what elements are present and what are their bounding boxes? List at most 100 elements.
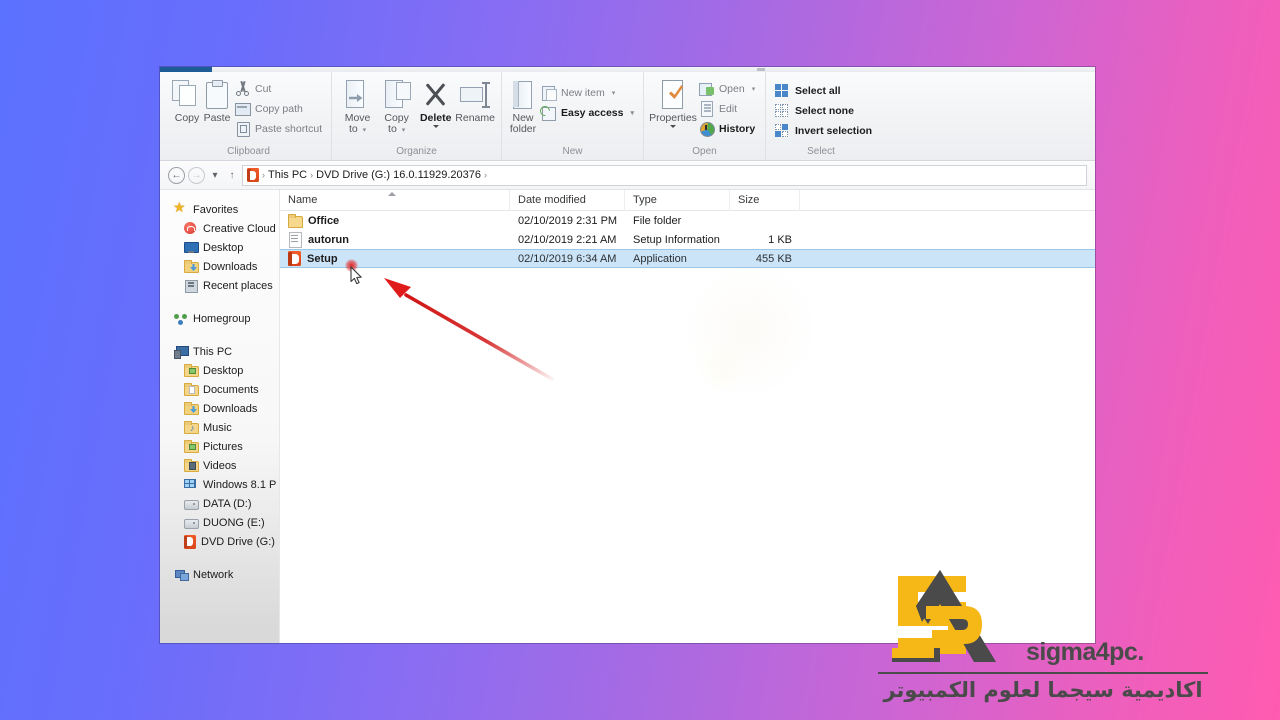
- sidebar-item-this-pc[interactable]: This PC: [160, 342, 279, 361]
- properties-dropdown-icon[interactable]: [670, 125, 676, 128]
- paste-button-label: Paste: [203, 112, 231, 124]
- rename-icon: [460, 80, 491, 110]
- office-dvd-icon: [184, 534, 196, 549]
- sidebar-item-label: Recent places: [203, 279, 273, 292]
- sidebar-item-downloads-pc[interactable]: Downloads: [160, 399, 279, 418]
- column-header-size[interactable]: Size: [730, 189, 800, 211]
- sidebar-item-dvd-drive[interactable]: DVD Drive (G:): [160, 532, 279, 551]
- sidebar-item-duong-drive[interactable]: DUONG (E:): [160, 513, 279, 532]
- sidebar-item-documents[interactable]: Documents: [160, 380, 279, 399]
- edit-button[interactable]: Edit: [696, 100, 758, 117]
- file-type-cell: File folder: [633, 214, 682, 227]
- breadcrumb-separator-trailing[interactable]: ›: [484, 170, 487, 180]
- sidebar-item-label: Music: [203, 421, 232, 434]
- move-to-button[interactable]: Move to ▾: [338, 76, 377, 136]
- paste-shortcut-button[interactable]: Paste shortcut: [232, 120, 325, 137]
- sidebar-item-desktop-pc[interactable]: Desktop: [160, 361, 279, 380]
- table-row[interactable]: autorun 02/10/2019 2:21 AM Setup Informa…: [280, 230, 1095, 249]
- open-caret-icon[interactable]: ▾: [752, 85, 756, 93]
- cut-button[interactable]: Cut: [232, 80, 325, 97]
- delete-button[interactable]: Delete: [416, 76, 455, 128]
- breadcrumb-separator: ›: [310, 170, 314, 180]
- column-header-name[interactable]: Name: [280, 189, 510, 211]
- breadcrumb-item-dvd-drive[interactable]: DVD Drive (G:) 16.0.11929.20376: [316, 169, 481, 181]
- ribbon-group-label-clipboard: Clipboard: [227, 146, 270, 157]
- drive-icon: [184, 516, 199, 529]
- invert-selection-button[interactable]: Invert selection: [772, 122, 875, 139]
- scissors-icon: [235, 81, 250, 96]
- properties-icon: [658, 80, 688, 110]
- column-header-date-modified[interactable]: Date modified: [510, 189, 625, 211]
- sidebar-item-network[interactable]: Network: [160, 565, 279, 584]
- edit-icon: [699, 101, 714, 117]
- new-item-caret-icon[interactable]: ▾: [612, 89, 616, 97]
- sidebar-item-favorites[interactable]: Favorites: [160, 199, 279, 219]
- paste-button[interactable]: Paste: [202, 76, 232, 124]
- delete-dropdown-icon[interactable]: [432, 125, 439, 128]
- ribbon-collapse-icon[interactable]: [757, 68, 765, 71]
- paste-shortcut-button-label: Paste shortcut: [255, 122, 323, 135]
- new-folder-button[interactable]: New folder: [508, 76, 538, 135]
- rename-button[interactable]: Rename: [455, 76, 495, 124]
- navigation-pane[interactable]: Favorites Creative Cloud Desktop Downloa…: [160, 190, 280, 643]
- sidebar-item-homegroup[interactable]: Homegroup: [160, 309, 279, 328]
- copy-to-button[interactable]: Copy to ▾: [377, 76, 416, 136]
- sidebar-item-data-drive[interactable]: DATA (D:): [160, 494, 279, 513]
- this-pc-icon: [174, 345, 189, 359]
- move-to-icon: [343, 80, 373, 110]
- history-button[interactable]: History: [696, 120, 758, 137]
- breadcrumb-separator: ›: [262, 170, 265, 180]
- file-list-column-headers: Name Date modified Type Size: [280, 189, 1095, 211]
- sidebar-item-label: Downloads: [203, 260, 258, 273]
- sidebar-item-recent-places[interactable]: Recent places: [160, 276, 279, 295]
- new-item-button[interactable]: New item ▾: [538, 84, 637, 101]
- table-row[interactable]: Setup 02/10/2019 6:34 AM Application 455…: [280, 249, 1095, 268]
- open-button[interactable]: Open ▾: [696, 80, 758, 97]
- column-header-spacer: [800, 190, 1095, 211]
- sidebar-item-label: Documents: [203, 383, 259, 396]
- table-row[interactable]: Office 02/10/2019 2:31 PM File folder: [280, 211, 1095, 230]
- ribbon-group-label-select: Select: [807, 146, 835, 157]
- back-button[interactable]: ←: [168, 166, 185, 184]
- properties-button[interactable]: Properties: [649, 76, 697, 128]
- recent-places-icon: [184, 279, 198, 293]
- select-none-icon: [775, 103, 790, 118]
- sidebar-item-label: DUONG (E:): [203, 516, 265, 529]
- breadcrumb[interactable]: › This PC › DVD Drive (G:) 16.0.11929.20…: [242, 164, 1087, 186]
- copy-button[interactable]: Copy: [172, 76, 202, 124]
- rename-button-label: Rename: [455, 112, 495, 124]
- invert-selection-icon: [775, 123, 790, 138]
- breadcrumb-item-this-pc[interactable]: This PC: [268, 169, 307, 181]
- new-folder-button-label: New folder: [509, 112, 537, 135]
- select-all-icon: [775, 83, 790, 98]
- sidebar-item-downloads-fav[interactable]: Downloads: [160, 257, 279, 276]
- sidebar-item-music[interactable]: Music: [160, 418, 279, 437]
- copy-path-button[interactable]: Copy path: [232, 100, 325, 117]
- sidebar-item-creative-cloud[interactable]: Creative Cloud: [160, 219, 279, 238]
- file-name-cell: Office: [280, 213, 510, 228]
- column-header-type[interactable]: Type: [625, 189, 730, 211]
- new-item-button-label: New item: [561, 86, 605, 99]
- recent-locations-icon[interactable]: ▾: [208, 170, 222, 181]
- address-bar: ← → ▾ ↑ › This PC › DVD Drive (G:) 16.0.…: [160, 161, 1095, 190]
- office-setup-icon: [288, 251, 301, 266]
- file-explorer-window: Copy Paste Cut Copy path Paste shortcut …: [160, 67, 1095, 643]
- sidebar-item-label: Desktop: [203, 241, 244, 254]
- select-all-button[interactable]: Select all: [772, 82, 875, 99]
- copy-icon: [172, 80, 202, 110]
- easy-access-caret-icon[interactable]: ▾: [630, 109, 634, 117]
- easy-access-button[interactable]: Easy access ▾: [538, 104, 637, 121]
- up-button[interactable]: ↑: [225, 170, 239, 181]
- music-folder-icon: [184, 421, 199, 434]
- file-date-cell: 02/10/2019 6:34 AM: [518, 252, 617, 265]
- sidebar-item-videos[interactable]: Videos: [160, 456, 279, 475]
- sidebar-item-desktop[interactable]: Desktop: [160, 238, 279, 257]
- select-none-button[interactable]: Select none: [772, 102, 875, 119]
- sidebar-item-windows-drive[interactable]: Windows 8.1 P: [160, 475, 279, 494]
- forward-button[interactable]: →: [188, 166, 205, 184]
- move-to-button-label: Move to ▾: [344, 112, 371, 135]
- sidebar-item-pictures[interactable]: Pictures: [160, 437, 279, 456]
- file-date-cell: 02/10/2019 2:31 PM: [518, 214, 618, 227]
